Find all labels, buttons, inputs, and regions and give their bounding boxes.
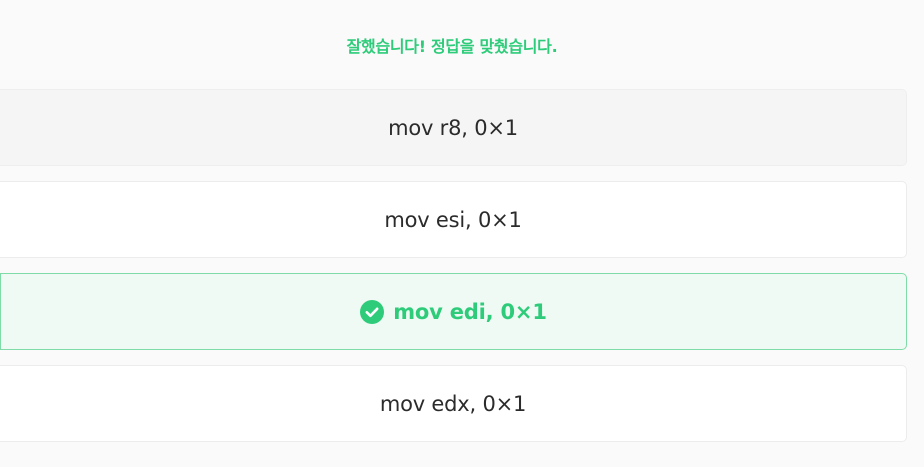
answer-option-label: mov edi, 0×1 [393, 299, 547, 324]
answer-options-list: mov r8, 0×1 mov esi, 0×1 mov edi, 0×1 mo… [0, 89, 907, 457]
answer-option-label: mov r8, 0×1 [388, 115, 518, 140]
answer-option-2[interactable]: mov esi, 0×1 [0, 181, 907, 258]
answer-option-3-correct[interactable]: mov edi, 0×1 [0, 273, 907, 350]
answer-option-4[interactable]: mov edx, 0×1 [0, 365, 907, 442]
answer-option-label: mov edx, 0×1 [379, 391, 527, 416]
success-feedback-message: 잘했습니다! 정답을 맞췄습니다. [346, 37, 558, 56]
answer-option-1[interactable]: mov r8, 0×1 [0, 89, 907, 166]
answer-option-label: mov esi, 0×1 [384, 207, 522, 232]
check-circle-icon [360, 299, 385, 324]
